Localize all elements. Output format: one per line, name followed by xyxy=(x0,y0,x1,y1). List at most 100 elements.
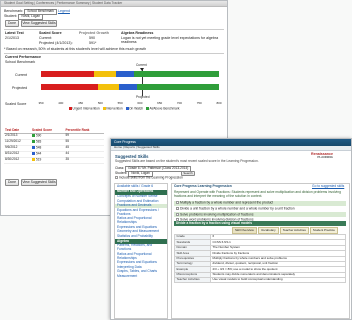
current-score-value: 590 xyxy=(89,36,95,40)
intro-text: Suggested Skills are based on the studen… xyxy=(115,159,259,163)
scaled-score: 544 xyxy=(35,151,42,156)
readiness-text: Logan is not yet meeting grade level exp… xyxy=(121,36,219,45)
projected-marker-label: Projected xyxy=(136,95,150,99)
axis-tick-label: 700 xyxy=(176,101,182,105)
include-lp-row: Include skills from the Learning Progres… xyxy=(115,175,183,180)
done-button-bottom[interactable]: Done xyxy=(5,179,19,186)
projected-score-label: Projected (4/1/2013): xyxy=(39,41,73,45)
menu-breadcrumb[interactable]: Home | Reports | Suggested Skills xyxy=(114,146,160,150)
scaled-score: 583 xyxy=(35,139,42,144)
skill-item-label: Multiply a fraction by a whole number an… xyxy=(180,200,274,205)
lp-link[interactable]: Go to suggested skills xyxy=(312,184,344,189)
legend-label: Intervention xyxy=(106,106,123,111)
skill-item-label: Divide a unit fraction by a whole number… xyxy=(180,206,295,211)
app-title: Core Progress xyxy=(114,140,136,145)
detail-key: Teacher Activities xyxy=(174,276,211,284)
legend-label: Urgent Intervention xyxy=(72,106,100,111)
status-square xyxy=(31,158,35,162)
intervention-segment xyxy=(94,71,116,77)
detail-tabs: Skill Overview Vocabulary Teacher Activi… xyxy=(232,227,338,234)
tab-teacher-activities[interactable]: Teacher Activities xyxy=(279,227,309,234)
axis-tick-label: 450 xyxy=(78,101,84,105)
include-lp-checkbox[interactable] xyxy=(115,176,118,179)
benchmark-segment xyxy=(137,84,219,90)
skill-item[interactable]: Divide a unit fraction by a whole number… xyxy=(174,206,346,212)
suggested-skills-window: Core Progress Home | Reports | Suggested… xyxy=(110,138,352,320)
table-row: Teacher Activities Use visual models to b… xyxy=(174,276,346,284)
axis-tick-label: 650 xyxy=(157,101,163,105)
projected-benchmark-bar xyxy=(41,84,219,90)
latest-test-date: 2/1/2013 xyxy=(5,36,19,40)
done-button[interactable]: Done xyxy=(5,20,19,27)
urgent-segment xyxy=(41,71,95,77)
benchmark-segment xyxy=(133,71,219,77)
axis-tick-label: 500 xyxy=(97,101,103,105)
on-watch-segment xyxy=(119,84,138,90)
skill-items: Multiply a fraction by a whole number an… xyxy=(174,201,346,223)
growth-footnote: * Based on research, 50% of students at … xyxy=(4,47,147,51)
status-square xyxy=(31,140,35,144)
legend-label: On Watch xyxy=(129,106,144,111)
legend-label: At/Above Benchmark xyxy=(149,106,180,111)
intervention-segment xyxy=(97,84,120,90)
projected-growth-header: Projected Growth xyxy=(79,31,109,35)
skill-checkbox[interactable] xyxy=(176,201,179,205)
axis-tick-label: 750 xyxy=(196,101,202,105)
tab-skill-overview[interactable]: Skill Overview xyxy=(232,227,257,234)
scaled-score-axis-label: Scaled Score xyxy=(5,102,27,106)
scaled-score: 590 xyxy=(35,133,42,138)
app-menu: Home | Reports | Suggested Skills xyxy=(111,146,351,151)
performance-benchmark-label: School Benchmark xyxy=(5,60,36,64)
skill-item[interactable]: Multiply a fraction by a whole number an… xyxy=(174,200,346,207)
divider xyxy=(4,29,224,30)
student-select[interactable]: Novik, Logan xyxy=(18,14,43,20)
skill-checkbox[interactable] xyxy=(176,207,179,210)
search-button[interactable]: Search xyxy=(181,171,195,176)
divider xyxy=(4,53,224,54)
tab-student-practice[interactable]: Student Practice xyxy=(309,227,338,234)
lp-section-text: Represent and Operate with Fractions: St… xyxy=(174,190,341,198)
tab-vocabulary[interactable]: Vocabulary xyxy=(257,227,279,234)
axis-tick-label: 350 xyxy=(38,101,44,105)
scaled-score: 548 xyxy=(35,145,42,150)
skill-detail-table: Grade 6 Standards CCSS 6.NS.1 Domain The Nu… xyxy=(174,233,346,284)
include-lp-label: Include skills from the Learning Progres… xyxy=(118,175,183,180)
view-suggested-skills-button-bottom[interactable]: View Suggested Skills xyxy=(21,179,57,186)
skill-checkbox[interactable] xyxy=(176,212,179,216)
brand-sub: PLANNING xyxy=(317,155,333,160)
list-item[interactable]: Measurement xyxy=(115,274,167,280)
status-square xyxy=(31,152,35,156)
projected-score-value: 591* xyxy=(89,41,97,45)
percentile-rank: 35 xyxy=(64,157,104,164)
skill-item-label: Solve problems involving multiplication … xyxy=(180,211,254,216)
brand-logo: Renaissance PLANNING xyxy=(311,152,333,160)
on-watch-segment xyxy=(115,71,134,77)
skill-item[interactable]: Solve problems involving multiplication … xyxy=(174,211,346,218)
scaled-score: 519 xyxy=(35,157,42,162)
detail-value: Use visual models to build conceptual un… xyxy=(210,276,346,284)
current-score-label: Current: xyxy=(39,36,52,40)
test-history-table: Test Date Scaled Score Percentile Rank 2… xyxy=(4,128,104,164)
table-row[interactable]: 8/30/2012 519 35 xyxy=(4,157,104,164)
scaled-score-header: Scaled Score xyxy=(39,31,62,35)
lp-title: Core Progress Learning Progression xyxy=(174,184,232,188)
performance-legend: Urgent Intervention Intervention On Watc… xyxy=(67,106,180,111)
legend-link[interactable]: Legend xyxy=(58,9,70,13)
status-square xyxy=(31,134,35,138)
current-benchmark-bar xyxy=(41,71,219,77)
view-suggested-skills-button[interactable]: View Suggested Skills xyxy=(21,20,57,27)
report-top-strip: Student Goal Setting | Conferences | Per… xyxy=(1,1,227,7)
student-row: Student: Novik, Logan xyxy=(4,14,43,20)
latest-test-header: Latest Test xyxy=(5,31,24,35)
algebra-readiness-header: Algebra Readiness xyxy=(121,31,154,35)
test-date: 8/30/2012 xyxy=(4,157,31,164)
current-performance-title: Current Performance xyxy=(5,55,41,59)
detail-header[interactable]: Divide a fraction by a fraction using vi… xyxy=(174,221,346,226)
skills-list-panel: Available skills / Grade 6 Number and Op… xyxy=(114,183,168,319)
axis-tick-label: 600 xyxy=(137,101,143,105)
row-label-current: Current xyxy=(15,73,27,77)
axis-tick-label: 550 xyxy=(117,101,123,105)
learning-progression-panel: Core Progress Learning Progression Go to… xyxy=(171,183,350,319)
student-label: Student: xyxy=(4,14,18,18)
report-top-strip-text[interactable]: Student Goal Setting | Conferences | Per… xyxy=(4,1,122,6)
